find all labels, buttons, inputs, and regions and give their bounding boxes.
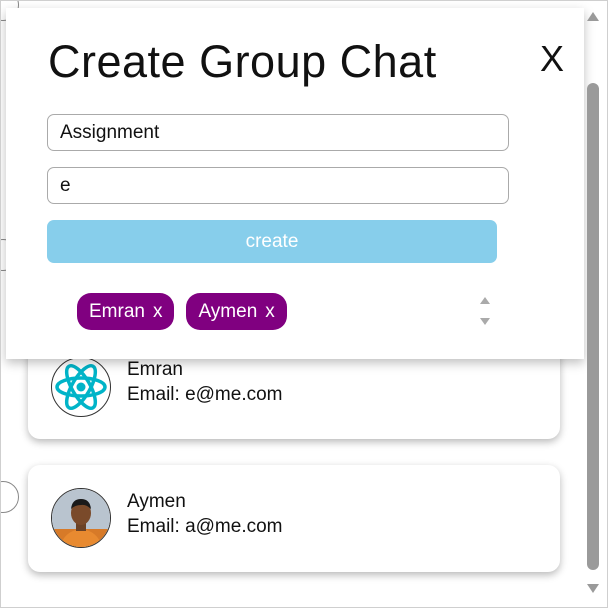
user-photo	[51, 488, 111, 548]
chip-remove-icon[interactable]: x	[153, 301, 163, 323]
user-chip: Emran x	[77, 293, 175, 330]
user-search-input[interactable]	[47, 167, 509, 204]
chip-scroll-control[interactable]	[476, 294, 494, 330]
app-frame: Emran Email: e@me.com Aymen Email: a@me.…	[0, 0, 608, 608]
user-chip: Aymen x	[186, 293, 287, 330]
scrollbar-thumb[interactable]	[587, 83, 599, 570]
chat-name-input[interactable]	[47, 114, 509, 151]
user-email: Email: e@me.com	[127, 384, 283, 405]
scroll-down-arrow-icon[interactable]	[587, 584, 599, 593]
scroll-up-icon[interactable]	[480, 297, 490, 304]
close-button[interactable]: X	[540, 38, 564, 80]
create-button[interactable]: create	[47, 220, 497, 263]
scroll-up-arrow-icon[interactable]	[587, 12, 599, 21]
chip-remove-icon[interactable]: x	[265, 301, 275, 323]
user-email: Email: a@me.com	[127, 516, 283, 537]
modal-title: Create Group Chat	[48, 36, 437, 87]
user-name: Aymen	[127, 491, 186, 512]
react-logo-icon	[51, 357, 111, 417]
user-name: Emran	[127, 359, 183, 380]
selected-users: Emran x Aymen x	[77, 293, 287, 330]
page-scrollbar[interactable]	[585, 7, 601, 597]
user-result-card[interactable]: Aymen Email: a@me.com	[28, 465, 560, 572]
create-group-chat-modal: Create Group Chat X create Emran x Aymen…	[6, 8, 584, 359]
background-avatar	[1, 481, 19, 513]
scroll-down-icon[interactable]	[480, 318, 490, 325]
chip-label: Emran	[89, 300, 145, 322]
chip-label: Aymen	[198, 300, 258, 322]
